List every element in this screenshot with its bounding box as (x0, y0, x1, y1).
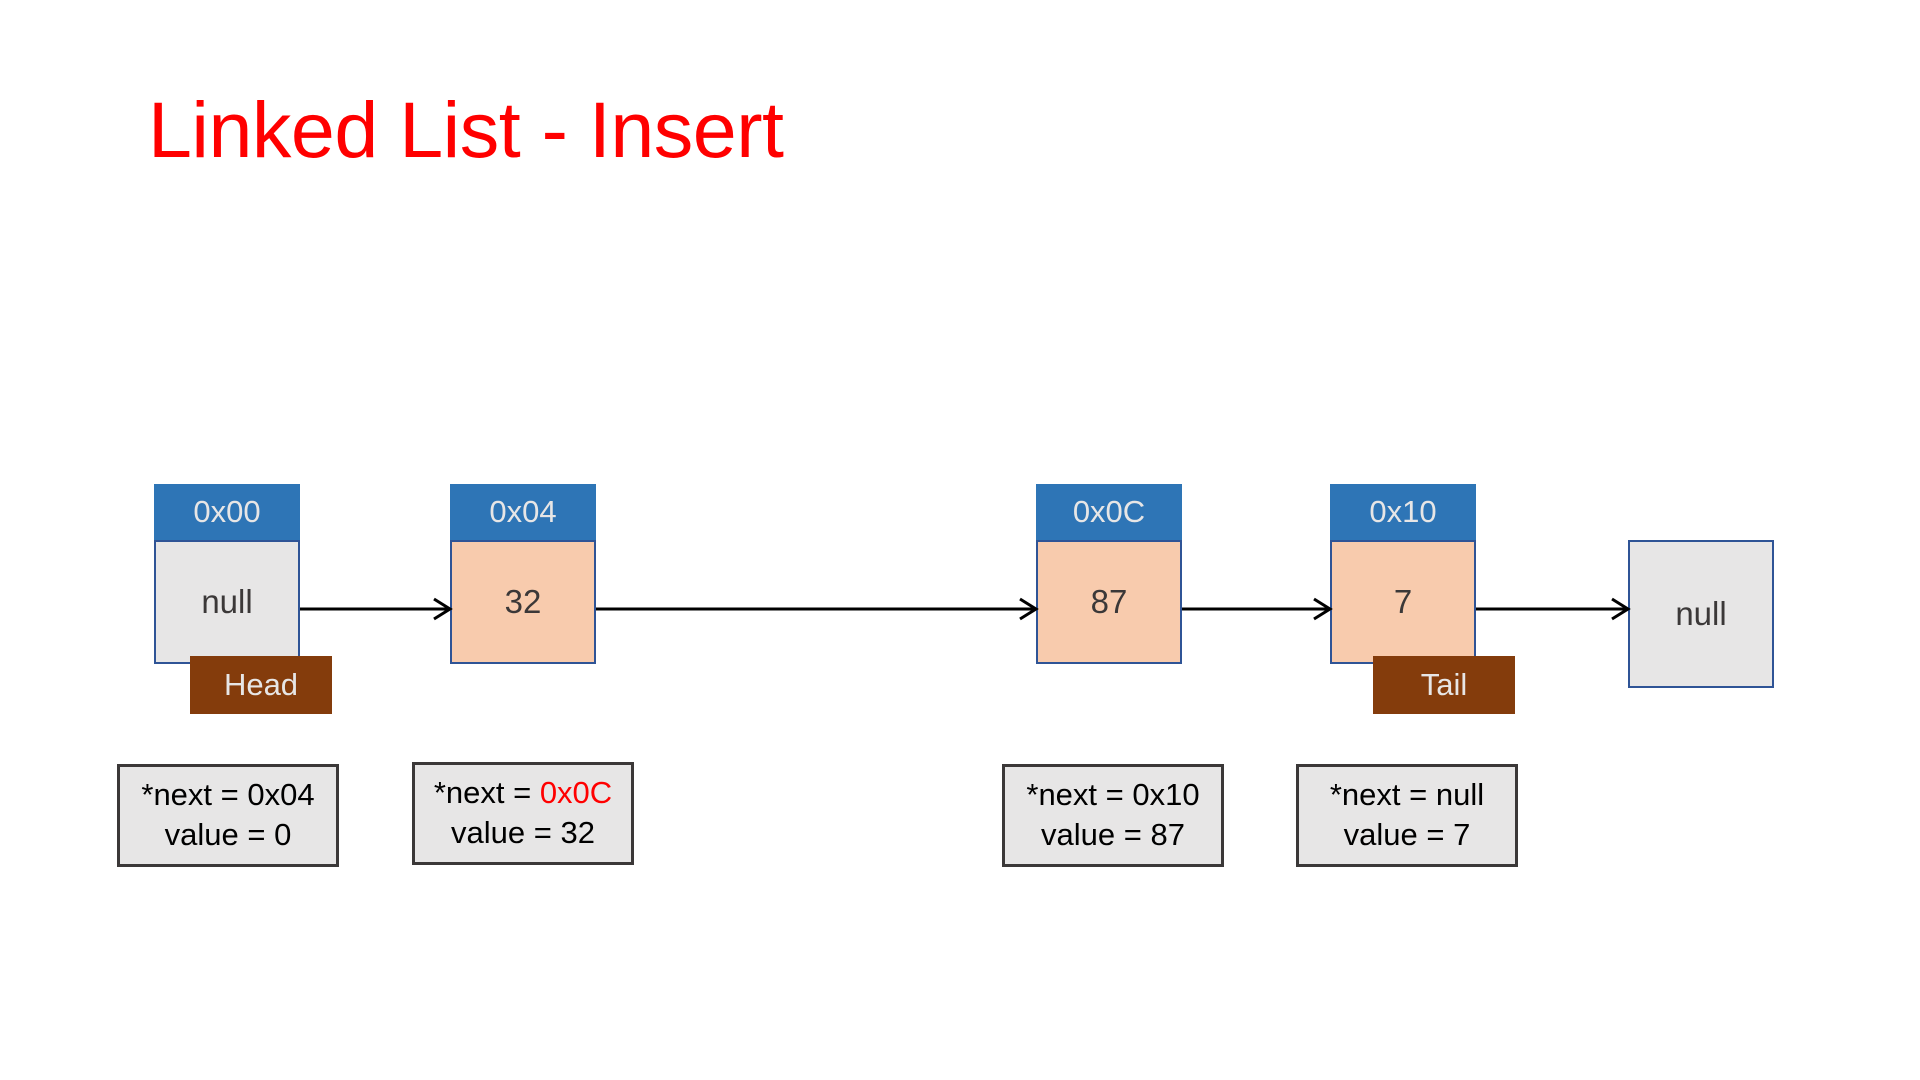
node-address-label: 0x10 (1330, 484, 1476, 540)
info-box-0x0C: *next = 0x10 value = 87 (1002, 764, 1224, 868)
list-node-0x0C[interactable]: 0x0C 87 (1036, 484, 1182, 664)
info-next-line: *next = 0x04 (134, 775, 322, 815)
list-node-0x00[interactable]: 0x00 null (154, 484, 300, 664)
info-box-0x04: *next = 0x0C value = 32 (412, 762, 634, 866)
slide-canvas: Linked List - Insert 0x00 null 0x04 32 0… (0, 0, 1920, 1080)
info-next-line: *next = null (1313, 775, 1501, 815)
node-value-label: 87 (1036, 540, 1182, 664)
info-next-line: *next = 0x10 (1019, 775, 1207, 815)
arrow-0x00-to-0x04 (300, 597, 453, 621)
node-address-label: 0x0C (1036, 484, 1182, 540)
info-value-line: value = 87 (1041, 816, 1185, 852)
node-value-label: null (154, 540, 300, 664)
info-value-line: value = 7 (1343, 816, 1471, 852)
node-value-label: 32 (450, 540, 596, 664)
info-next-value: 0x10 (1132, 777, 1200, 812)
info-box-0x00: *next = 0x04 value = 0 (117, 764, 339, 868)
page-title: Linked List - Insert (148, 85, 784, 174)
info-next-label: *next = (1329, 777, 1436, 812)
info-next-label: *next = (141, 777, 248, 812)
list-node-0x04[interactable]: 0x04 32 (450, 484, 596, 664)
terminal-null-box: null (1628, 540, 1774, 688)
info-next-label: *next = (1026, 777, 1133, 812)
info-next-value: 0x04 (247, 777, 315, 812)
info-next-label: *next = (433, 775, 540, 810)
head-badge: Head (190, 656, 332, 714)
node-address-label: 0x00 (154, 484, 300, 540)
arrow-0x10-to-null (1476, 597, 1631, 621)
node-address-label: 0x04 (450, 484, 596, 540)
info-box-0x10: *next = null value = 7 (1296, 764, 1518, 868)
info-next-line: *next = 0x0C (429, 773, 617, 813)
arrow-0x0C-to-0x10 (1182, 597, 1333, 621)
info-next-value: null (1435, 777, 1485, 812)
tail-badge: Tail (1373, 656, 1515, 714)
list-node-0x10[interactable]: 0x10 7 (1330, 484, 1476, 664)
info-value-line: value = 32 (451, 814, 595, 850)
info-value-line: value = 0 (164, 816, 292, 852)
arrow-0x04-to-0x0C (596, 597, 1039, 621)
node-value-label: 7 (1330, 540, 1476, 664)
info-next-value: 0x0C (539, 775, 613, 810)
